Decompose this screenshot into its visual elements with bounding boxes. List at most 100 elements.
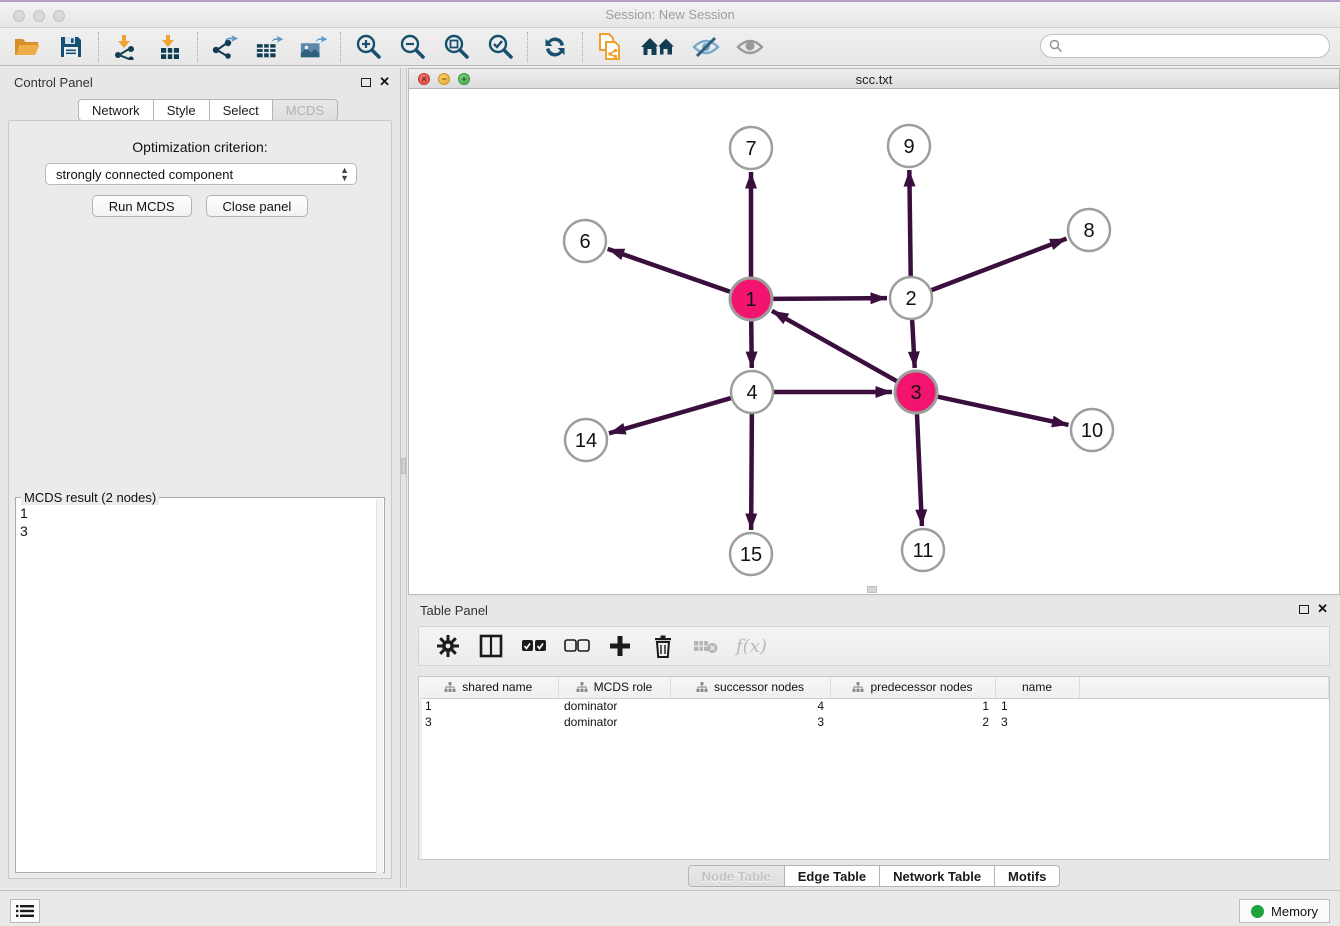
export-network-button[interactable] — [211, 33, 239, 61]
graph-node-11[interactable]: 11 — [902, 529, 944, 571]
run-mcds-button[interactable]: Run MCDS — [92, 195, 192, 217]
graph-edge-2-8[interactable] — [931, 239, 1067, 291]
function-builder-button-disabled[interactable]: f(x) — [736, 633, 767, 659]
graph-edge-3-11[interactable] — [917, 413, 922, 526]
table-cell[interactable]: 2 — [830, 714, 995, 730]
column-header-shared-name[interactable]: shared name — [419, 677, 558, 698]
export-table-button[interactable] — [255, 33, 283, 61]
column-header-mcds-role[interactable]: MCDS role — [558, 677, 670, 698]
table-cell[interactable]: 3 — [670, 714, 830, 730]
clone-network-button[interactable] — [596, 33, 624, 61]
control-panel-float-icon[interactable] — [361, 78, 371, 87]
graph-node-10[interactable]: 10 — [1071, 409, 1113, 451]
close-panel-button[interactable]: Close panel — [206, 195, 309, 217]
show-visual-button[interactable] — [736, 33, 764, 61]
column-header-name[interactable]: name — [995, 677, 1079, 698]
save-session-button[interactable] — [57, 33, 85, 61]
tab-network[interactable]: Network — [78, 99, 154, 121]
control-panel-close-icon[interactable]: ✕ — [379, 76, 390, 88]
zoom-in-button[interactable] — [354, 33, 382, 61]
vertical-splitter[interactable] — [400, 68, 407, 888]
graph-edge-1-4[interactable] — [751, 320, 752, 368]
graph-edge-1-6[interactable] — [608, 249, 732, 292]
graph-edge-4-14[interactable] — [609, 398, 732, 434]
tab-node-table[interactable]: Node Table — [688, 865, 785, 887]
tab-style[interactable]: Style — [154, 99, 210, 121]
graph-node-8[interactable]: 8 — [1068, 209, 1110, 251]
table-cell[interactable]: dominator — [558, 698, 670, 714]
graph-node-2[interactable]: 2 — [890, 277, 932, 319]
table-panel-close-icon[interactable]: ✕ — [1317, 603, 1328, 615]
graph-node-3[interactable]: 3 — [895, 371, 937, 413]
clone-network-icon — [597, 33, 623, 61]
memory-status-icon — [1251, 905, 1264, 918]
zoom-in-icon — [355, 34, 381, 60]
graph-node-label: 15 — [740, 544, 762, 566]
tab-edge-table[interactable]: Edge Table — [785, 865, 880, 887]
graph-node-4[interactable]: 4 — [731, 371, 773, 413]
table-cell[interactable]: 1 — [995, 698, 1079, 714]
refresh-button[interactable] — [541, 33, 569, 61]
table-cell[interactable]: 3 — [419, 714, 558, 730]
network-canvas[interactable]: 7 9 6 8 1 2 4 3 14 10 15 11 — [409, 89, 1339, 594]
column-header-predecessor-nodes[interactable]: predecessor nodes — [830, 677, 995, 698]
import-network-button[interactable] — [112, 33, 140, 61]
network-graph[interactable]: 7 9 6 8 1 2 4 3 14 10 15 11 — [409, 89, 1339, 594]
zoom-selected-button[interactable] — [486, 33, 514, 61]
table-row[interactable]: 1dominator411 — [419, 698, 1329, 714]
column-header-successor-nodes[interactable]: successor nodes — [670, 677, 830, 698]
tab-mcds[interactable]: MCDS — [273, 99, 338, 121]
tab-motifs[interactable]: Motifs — [995, 865, 1060, 887]
open-file-button[interactable] — [13, 33, 41, 61]
graph-edge-1-2[interactable] — [772, 298, 887, 299]
table-cell[interactable]: 4 — [670, 698, 830, 714]
graph-node-14[interactable]: 14 — [565, 419, 607, 461]
graph-node-6[interactable]: 6 — [564, 220, 606, 262]
optimization-criterion-select[interactable]: strongly connected component ▲▼ — [45, 163, 357, 185]
graph-node-1[interactable]: 1 — [730, 278, 772, 320]
hide-visual-button[interactable] — [692, 33, 720, 61]
control-panel-title: Control Panel — [14, 75, 93, 90]
search-input[interactable] — [1040, 34, 1330, 58]
table-settings-button[interactable] — [435, 633, 461, 659]
mcds-result-text[interactable]: 1 3 — [20, 504, 28, 540]
deselect-all-button[interactable] — [564, 633, 590, 659]
select-all-button[interactable] — [521, 633, 547, 659]
table-panel-float-icon[interactable] — [1299, 605, 1309, 614]
home-button[interactable] — [640, 33, 676, 61]
table-cell[interactable]: 3 — [995, 714, 1079, 730]
zoom-fit-button[interactable] — [442, 33, 470, 61]
task-history-button[interactable] — [10, 899, 40, 923]
import-table-button[interactable] — [156, 33, 184, 61]
memory-button[interactable]: Memory — [1239, 899, 1330, 923]
refresh-icon — [542, 34, 568, 60]
graph-edge-2-3[interactable] — [912, 319, 915, 368]
add-row-button[interactable] — [607, 633, 633, 659]
table-row[interactable]: 3dominator323 — [419, 714, 1329, 730]
delete-column-button-disabled[interactable] — [693, 633, 719, 659]
delete-row-button[interactable] — [650, 633, 676, 659]
zoom-out-button[interactable] — [398, 33, 426, 61]
network-hscrollbar[interactable] — [867, 586, 877, 593]
network-window-titlebar[interactable]: × − + scc.txt — [409, 69, 1339, 89]
graph-node-7[interactable]: 7 — [730, 127, 772, 169]
graph-edge-3-1[interactable] — [772, 311, 898, 382]
table-cell[interactable] — [1079, 714, 1329, 730]
export-table-icon — [255, 34, 283, 60]
table-cell[interactable]: 1 — [419, 698, 558, 714]
graph-node-15[interactable]: 15 — [730, 533, 772, 575]
tab-network-table[interactable]: Network Table — [880, 865, 995, 887]
splitter-grip[interactable] — [401, 458, 406, 474]
graph-node-9[interactable]: 9 — [888, 125, 930, 167]
column-view-button[interactable] — [478, 633, 504, 659]
export-image-button[interactable] — [299, 33, 327, 61]
table-cell[interactable] — [1079, 698, 1329, 714]
graph-edge-4-15[interactable] — [751, 413, 752, 530]
graph-edge-3-10[interactable] — [937, 396, 1069, 425]
result-scrollbar[interactable] — [376, 499, 383, 873]
table-cell[interactable]: 1 — [830, 698, 995, 714]
table-cell[interactable]: dominator — [558, 714, 670, 730]
tab-select[interactable]: Select — [210, 99, 273, 121]
graph-edge-2-9[interactable] — [909, 170, 910, 277]
graph-node-label: 9 — [903, 136, 914, 158]
